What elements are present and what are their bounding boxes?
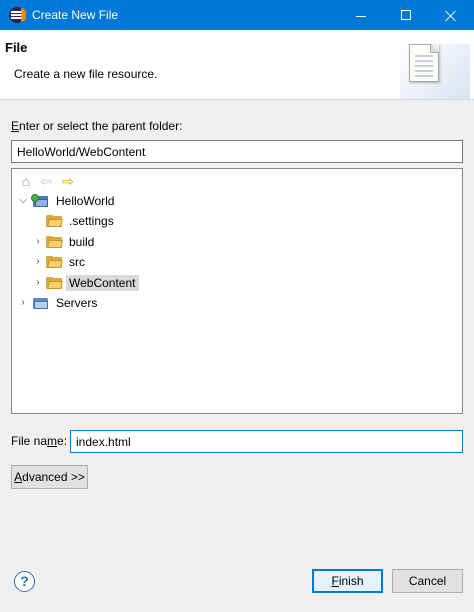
parent-folder-label: Enter or select the parent folder: — [11, 119, 182, 133]
chevron-right-icon[interactable]: › — [17, 297, 29, 309]
advanced-button[interactable]: Advanced >> — [11, 465, 88, 489]
chevron-right-icon[interactable]: › — [32, 236, 44, 248]
tree-item-label: src — [69, 254, 85, 269]
tree-item-build[interactable]: › build — [32, 232, 97, 251]
maximize-button[interactable] — [389, 0, 423, 30]
button-label: inish — [338, 574, 364, 588]
button-label: dvanced >> — [22, 470, 85, 484]
minimize-button[interactable] — [344, 0, 378, 30]
forward-arrow-icon[interactable]: ⇨ — [60, 173, 76, 189]
wizard-header: File Create a new file resource. — [0, 30, 474, 100]
tree-item-label: .settings — [69, 213, 114, 228]
label-text: File na — [11, 434, 48, 448]
chevron-right-icon[interactable]: › — [32, 256, 44, 268]
parent-folder-input[interactable] — [11, 140, 463, 163]
servers-project-icon — [31, 296, 49, 310]
tree-item-src[interactable]: › src — [32, 252, 88, 271]
tree-item-label: WebContent — [66, 274, 139, 291]
tree-item-label: HelloWorld — [56, 193, 115, 208]
back-arrow-icon[interactable]: ⇦ — [38, 173, 54, 189]
window-title: Create New File — [32, 8, 119, 22]
minimize-icon — [356, 15, 366, 17]
folder-icon — [46, 214, 63, 227]
help-icon[interactable]: ? — [14, 571, 35, 592]
file-name-label: File name: — [11, 434, 67, 448]
tree-item-webcontent[interactable]: › WebContent — [32, 273, 139, 292]
mnemonic-char: E — [11, 119, 20, 133]
tree-item-settings[interactable]: .settings — [46, 211, 117, 230]
folder-icon — [46, 276, 63, 289]
finish-button[interactable]: Finish — [312, 569, 383, 593]
cancel-button[interactable]: Cancel — [392, 569, 463, 593]
tree-item-label: build — [69, 234, 95, 249]
tree-item-servers[interactable]: › Servers — [17, 293, 100, 312]
mnemonic-char: A — [14, 470, 23, 484]
tree-item-label: Servers — [56, 295, 98, 310]
chevron-right-icon[interactable]: › — [32, 277, 44, 289]
web-project-icon — [31, 193, 49, 208]
page-description: Create a new file resource. — [14, 67, 158, 81]
close-button[interactable] — [433, 0, 467, 30]
folder-icon — [46, 235, 63, 248]
new-file-wizard-icon — [400, 36, 470, 99]
file-name-input[interactable] — [70, 430, 463, 453]
maximize-icon — [401, 10, 411, 20]
close-icon — [445, 10, 456, 21]
folder-icon — [46, 255, 63, 268]
chevron-down-icon[interactable]: ⌵ — [17, 195, 29, 207]
tree-item-helloworld[interactable]: ⌵ HelloWorld — [17, 191, 117, 210]
title-bar: Create New File — [0, 0, 474, 30]
mnemonic-char: m — [47, 434, 58, 448]
folder-tree[interactable]: ⌂ ⇦ ⇨ ⌵ HelloWorld .settings › build › s… — [11, 168, 463, 414]
mnemonic-char: F — [331, 574, 339, 588]
page-title: File — [5, 40, 28, 55]
home-icon[interactable]: ⌂ — [18, 173, 34, 189]
label-text: e: — [57, 434, 68, 448]
eclipse-app-icon — [9, 7, 26, 23]
label-text: nter or select the parent folder: — [19, 119, 183, 133]
